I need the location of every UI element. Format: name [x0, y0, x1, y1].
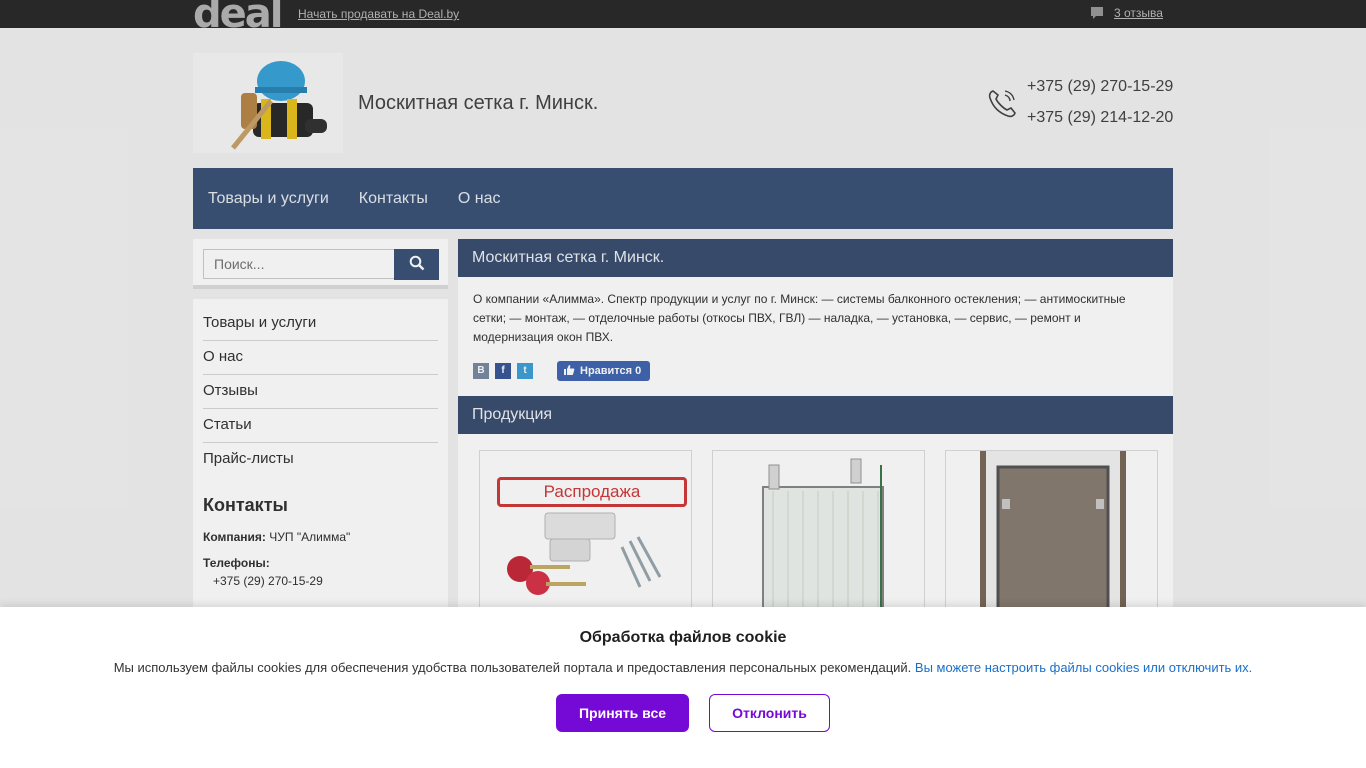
search-icon	[409, 255, 425, 274]
reviews-link[interactable]: 3 отзыва	[1114, 6, 1163, 20]
thumbs-up-icon	[563, 364, 575, 379]
accept-all-button[interactable]: Принять все	[556, 694, 689, 732]
company-value: ЧУП "Алимма"	[269, 530, 351, 544]
search-button[interactable]	[394, 249, 439, 280]
nav-item-products[interactable]: Товары и услуги	[208, 190, 329, 208]
company-logo-image[interactable]	[193, 53, 343, 153]
section-title: Москитная сетка г. Минск.	[458, 239, 1173, 277]
sidebar-item-products[interactable]: Товары и услуги	[203, 307, 438, 341]
decline-button[interactable]: Отклонить	[709, 694, 830, 732]
cookie-text-wrap: Мы используем файлы cookies для обеспече…	[0, 660, 1366, 675]
main-content: Москитная сетка г. Минск. О компании «Ал…	[458, 239, 1173, 640]
phone-number-1[interactable]: +375 (29) 270-15-29	[1027, 78, 1173, 96]
search-input[interactable]	[203, 249, 395, 279]
chat-icon	[1090, 6, 1104, 20]
search-box	[193, 239, 448, 289]
social-share: B f t Нравится 0	[458, 347, 1173, 381]
phone-number-2[interactable]: +375 (29) 214-12-20	[1027, 109, 1173, 127]
vk-share-icon[interactable]: B	[473, 363, 489, 379]
nav-item-contacts[interactable]: Контакты	[359, 190, 428, 208]
phones-label: Телефоны:	[203, 556, 270, 570]
top-bar: deal Начать продавать на Deal.by 3 отзыв…	[0, 0, 1366, 34]
about-text: О компании «Алимма». Спектр продукции и …	[473, 292, 1126, 344]
products-grid: Распродажа	[458, 434, 1173, 640]
main-nav: Товары и услуги Контакты О нас	[193, 168, 1173, 229]
cookie-text: Мы используем файлы cookies для обеспече…	[113, 660, 912, 675]
cookie-settings-link[interactable]: Вы можете настроить файлы cookies или от…	[915, 660, 1252, 675]
twitter-share-icon[interactable]: t	[517, 363, 533, 379]
cookie-title: Обработка файлов cookie	[579, 629, 787, 646]
sidebar-item-about[interactable]: О нас	[203, 341, 438, 375]
site-title: Москитная сетка г. Минск.	[358, 92, 599, 114]
phones-value[interactable]: +375 (29) 270-15-29	[203, 574, 438, 588]
sidebar-item-reviews[interactable]: Отзывы	[203, 375, 438, 409]
company-info: Компания: ЧУП "Алимма"	[203, 530, 438, 544]
products-title: Продукция	[458, 396, 1173, 434]
reviews: 3 отзыва	[1090, 6, 1163, 20]
sidebar-item-price-lists[interactable]: Прайс-листы	[203, 443, 438, 477]
contacts-heading: Контакты	[203, 495, 288, 515]
sidebar-item-articles[interactable]: Статьи	[203, 409, 438, 443]
phone-icon	[986, 87, 1018, 119]
nav-item-about[interactable]: О нас	[458, 190, 501, 208]
like-button[interactable]: Нравится 0	[557, 361, 651, 381]
cookie-banner: Обработка файлов cookie Мы используем фа…	[0, 607, 1366, 768]
start-selling-link[interactable]: Начать продавать на Deal.by	[298, 7, 459, 21]
facebook-share-icon[interactable]: f	[495, 363, 511, 379]
deal-logo[interactable]: deal	[193, 0, 283, 34]
like-label: Нравится 0	[580, 365, 642, 377]
sidebar-menu: Товары и услуги О нас Отзывы Статьи Прай…	[193, 299, 448, 619]
company-label: Компания:	[203, 530, 266, 544]
